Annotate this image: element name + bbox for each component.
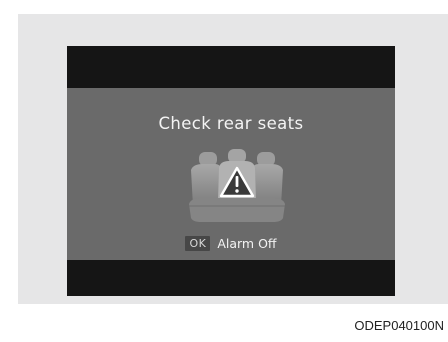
display-top-bar [67,46,395,88]
rear-seats-warning-icon [189,149,285,222]
ok-button[interactable]: OK [185,236,211,251]
message-controls: OK Alarm Off [67,236,395,251]
message-title: Check rear seats [158,114,304,133]
display-bottom-bar [67,260,395,296]
alarm-off-label: Alarm Off [217,236,277,251]
cluster-display: Check rear seats OK Alarm Off [67,46,395,296]
figure-caption: ODEP040100N [354,318,444,333]
